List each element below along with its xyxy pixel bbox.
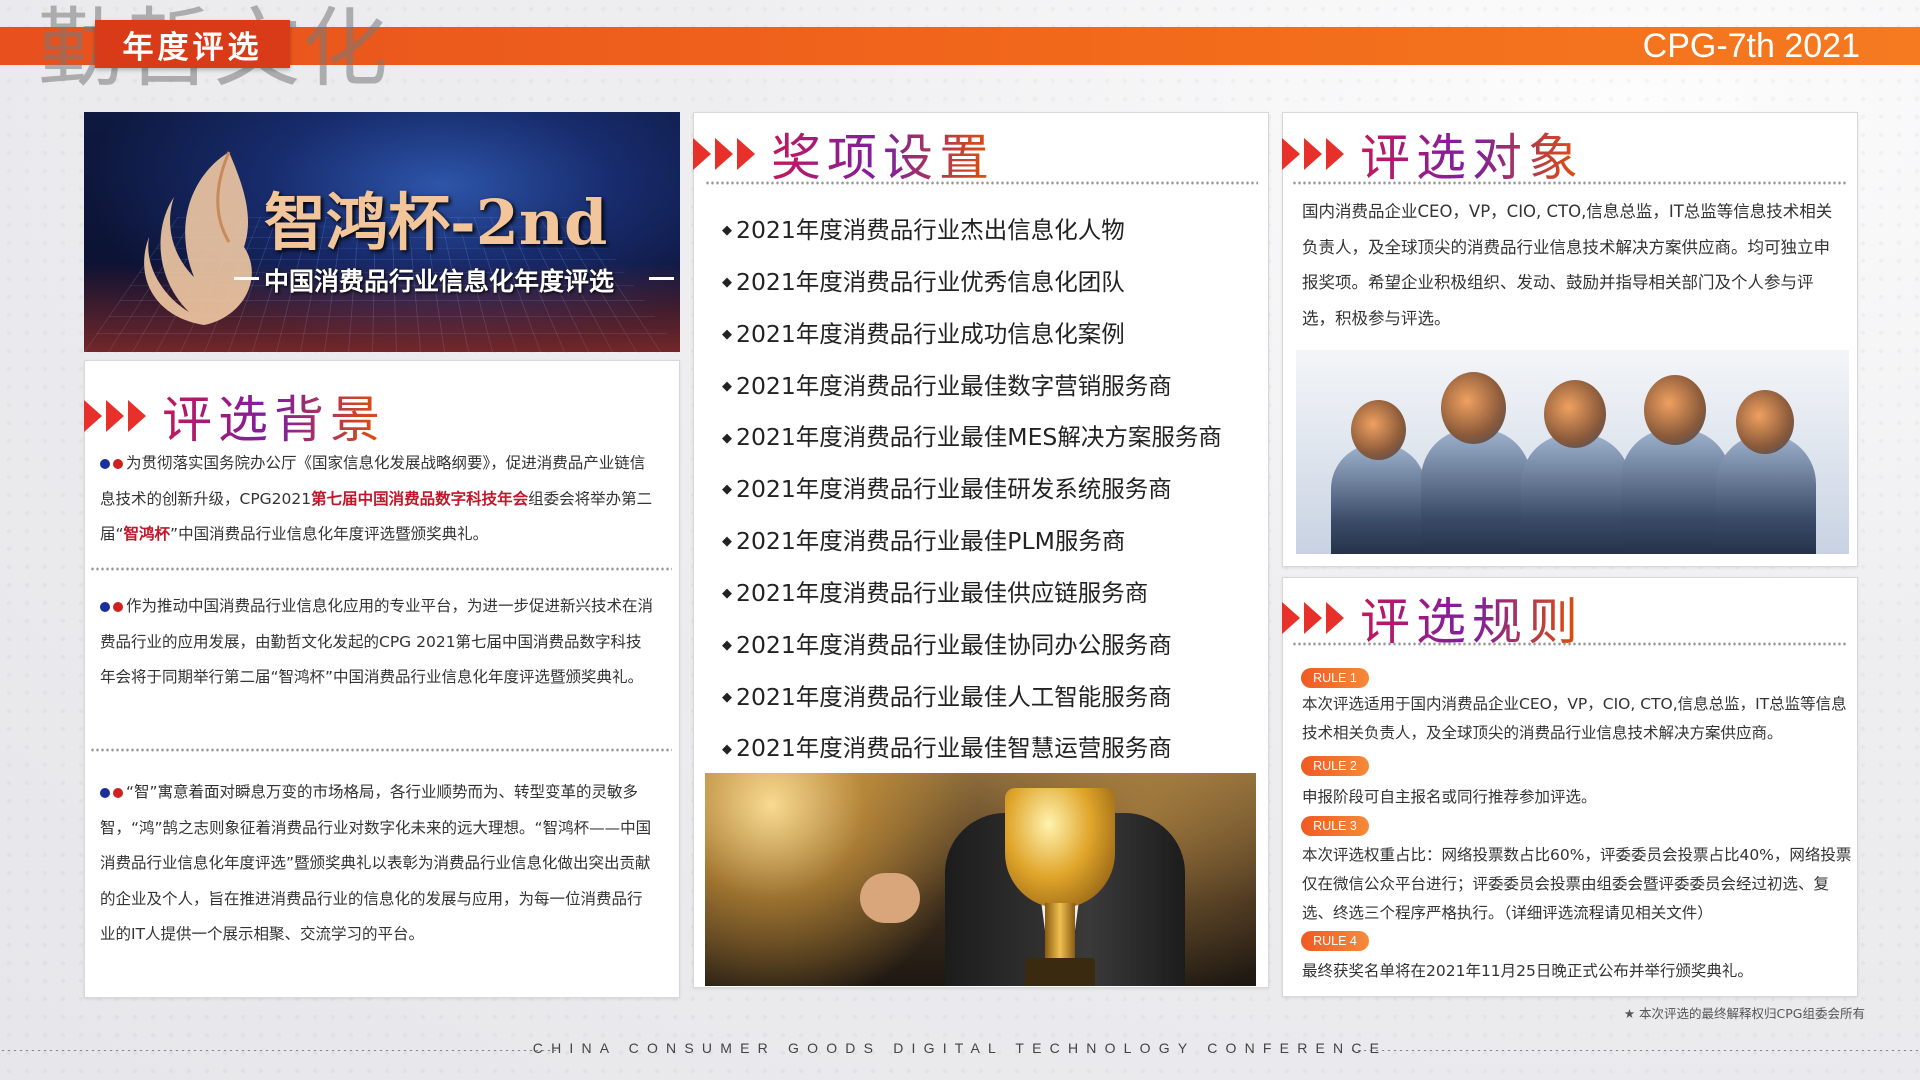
trophy-stem bbox=[1045, 903, 1075, 963]
event-banner: 智鸿杯-2nd 中国消费品行业信息化年度评选 bbox=[84, 112, 680, 352]
arrows-icon bbox=[693, 138, 759, 170]
banner-title: 智鸿杯-2nd bbox=[264, 186, 608, 259]
person-head bbox=[1644, 375, 1706, 445]
phoenix-logo-icon bbox=[144, 151, 252, 325]
arrows-icon bbox=[1282, 602, 1348, 634]
person-silhouette bbox=[1421, 429, 1531, 554]
background-paragraph-3: “智”寓意着面对瞬息万变的市场格局，各行业顺势而为、转型变革的灵敏多智，“鸿”鹄… bbox=[100, 783, 652, 943]
award-item: 2021年度消费品行业最佳研发系统服务商 bbox=[722, 464, 1222, 516]
background-header: 评选背景 bbox=[84, 380, 386, 452]
rule-badge: RULE 1 bbox=[1301, 668, 1369, 688]
rule-text: 本次评选权重占比：网络投票数占比60%，评委委员会投票占比40%，网络投票仅在微… bbox=[1302, 846, 1852, 922]
background-paragraph-1: 为贯彻落实国务院办公厅《国家信息化发展战略纲要》，促进消费品产业链信息技术的创新… bbox=[100, 454, 653, 543]
award-item: 2021年度消费品行业最佳人工智能服务商 bbox=[722, 672, 1222, 724]
award-item: 2021年度消费品行业最佳数字营销服务商 bbox=[722, 361, 1222, 413]
rule-badge: RULE 2 bbox=[1301, 756, 1369, 776]
person-silhouette bbox=[1521, 434, 1631, 554]
person-silhouette bbox=[1621, 429, 1731, 554]
award-item: 2021年度消费品行业最佳MES解决方案服务商 bbox=[722, 412, 1222, 464]
divider bbox=[90, 747, 672, 753]
person-head bbox=[1351, 400, 1406, 460]
banner-subtitle: 中国消费品行业信息化年度评选 bbox=[264, 267, 615, 296]
rule-badge: RULE 3 bbox=[1301, 816, 1369, 836]
person-head bbox=[1441, 372, 1506, 444]
divider bbox=[1292, 641, 1848, 647]
banner-line-right bbox=[649, 277, 674, 280]
red-dot-icon bbox=[113, 458, 123, 469]
rule-text: 最终获奖名单将在2021年11月25日晚正式公布并举行颁奖典礼。 bbox=[1302, 962, 1753, 980]
award-item: 2021年度消费品行业最佳PLM服务商 bbox=[722, 516, 1222, 568]
blue-dot-icon bbox=[100, 601, 110, 612]
red-dot-icon bbox=[113, 787, 123, 798]
divider bbox=[90, 566, 672, 572]
arrows-icon bbox=[1282, 138, 1348, 170]
footer-conference-name: CHINA CONSUMER GOODS DIGITAL TECHNOLOGY … bbox=[532, 1040, 1388, 1056]
hand-shape bbox=[860, 873, 920, 923]
award-item: 2021年度消费品行业最佳供应链服务商 bbox=[722, 568, 1222, 620]
trophy-base bbox=[1025, 958, 1095, 986]
arrows-icon bbox=[84, 400, 150, 432]
award-list: 2021年度消费品行业杰出信息化人物 2021年度消费品行业优秀信息化团队 20… bbox=[722, 205, 1222, 775]
trophy-icon bbox=[1005, 788, 1115, 908]
person-silhouette bbox=[1331, 444, 1426, 554]
background-title: 评选背景 bbox=[162, 380, 386, 452]
footnote: ★ 本次评选的最终解释权归CPG组委会所有 bbox=[1623, 1006, 1865, 1021]
person-head bbox=[1736, 390, 1794, 454]
team-photo bbox=[1296, 350, 1849, 554]
rule-badge: RULE 4 bbox=[1301, 931, 1369, 951]
person-head bbox=[1544, 380, 1606, 448]
rule-text: 申报阶段可自主报名或同行推荐参加评选。 bbox=[1302, 788, 1597, 806]
edition-label: CPG-7th 2021 bbox=[1642, 27, 1860, 65]
section-tag: 年度评选 bbox=[95, 20, 290, 68]
award-item: 2021年度消费品行业最佳智慧运营服务商 bbox=[722, 723, 1222, 775]
red-dot-icon bbox=[113, 601, 123, 612]
award-item: 2021年度消费品行业杰出信息化人物 bbox=[722, 205, 1222, 257]
award-item: 2021年度消费品行业最佳协同办公服务商 bbox=[722, 620, 1222, 672]
rule-text: 本次评选适用于国内消费品企业CEO，VP，CIO, CTO,信息总监，IT总监等… bbox=[1302, 695, 1847, 742]
blue-dot-icon bbox=[100, 458, 110, 469]
trophy-photo bbox=[705, 773, 1256, 986]
blue-dot-icon bbox=[100, 787, 110, 798]
divider bbox=[705, 180, 1258, 186]
divider bbox=[1292, 180, 1848, 186]
banner-line-left bbox=[234, 277, 259, 280]
award-item: 2021年度消费品行业优秀信息化团队 bbox=[722, 257, 1222, 309]
objective-text: 国内消费品企业CEO，VP，CIO, CTO,信息总监，IT总监等信息技术相关负… bbox=[1302, 202, 1833, 328]
award-item: 2021年度消费品行业成功信息化案例 bbox=[722, 309, 1222, 361]
background-paragraph-2: 作为推动中国消费品行业信息化应用的专业平台，为进一步促进新兴技术在消费品行业的应… bbox=[100, 597, 654, 686]
